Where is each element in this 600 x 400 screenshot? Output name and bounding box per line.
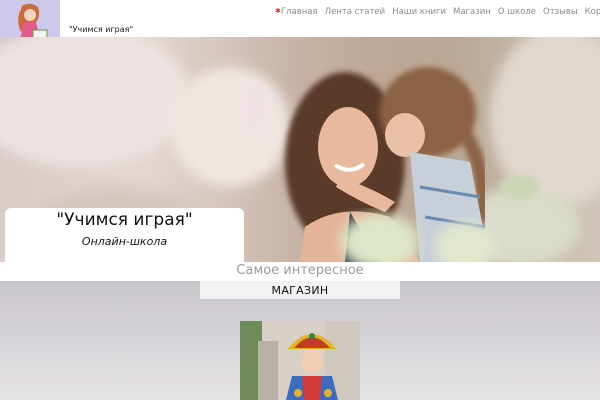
site-name[interactable]: "Учимся играя" <box>69 25 133 34</box>
nav-item-home-label: Главная <box>280 7 318 17</box>
site-header: "Учимся играя" ✱Главная Лента статей Наш… <box>0 0 600 51</box>
nav-item-reviews[interactable]: Отзывы <box>543 7 578 17</box>
shop-button[interactable]: МАГАЗИН <box>200 281 400 299</box>
nav-item-cart[interactable]: Корзина <box>585 7 600 17</box>
hero-title: "Учимся играя" <box>56 210 193 230</box>
section-title: Самое интересное <box>236 263 364 278</box>
nav-item-shop[interactable]: Магазин <box>453 7 491 17</box>
product-image[interactable] <box>240 321 360 400</box>
hero-card: "Учимся играя" Онлайн-школа <box>5 208 244 262</box>
hero-subtitle: Онлайн-школа <box>81 235 168 248</box>
nav-item-home[interactable]: ✱Главная <box>275 7 318 17</box>
nav-item-about[interactable]: О школе <box>498 7 536 17</box>
nav-item-books[interactable]: Наши книги <box>392 7 446 17</box>
nav-item-articles[interactable]: Лента статей <box>325 7 386 17</box>
main-nav: ✱Главная Лента статей Наши книги Магазин… <box>275 7 600 17</box>
